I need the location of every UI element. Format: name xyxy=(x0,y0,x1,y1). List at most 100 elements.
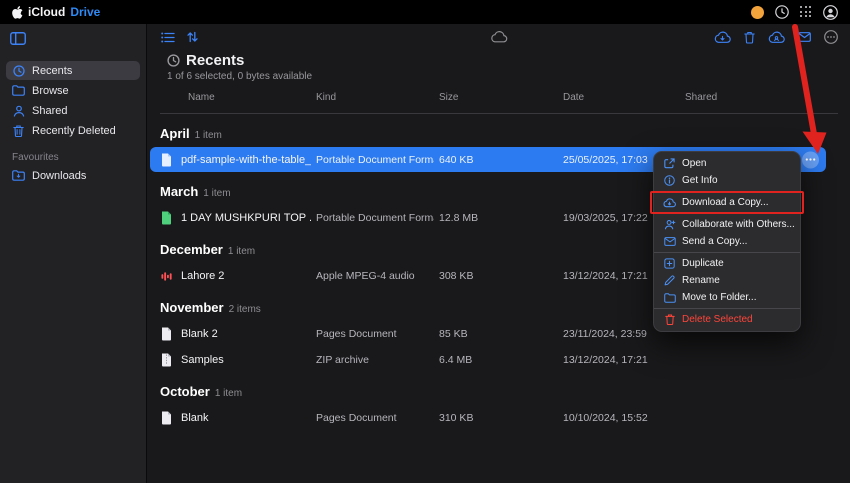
column-header-kind[interactable]: Kind xyxy=(316,92,336,103)
menu-item-move-to-folder[interactable]: Move to Folder... xyxy=(654,289,800,306)
brand-drive: Drive xyxy=(70,5,101,19)
toolbar-right xyxy=(714,30,838,44)
delete-icon xyxy=(663,314,676,325)
menu-item-label: Delete Selected xyxy=(682,314,753,325)
sidebar: Recents Browse Shared Recently Deleted F… xyxy=(0,24,147,483)
menu-item-send-a-copy[interactable]: Send a Copy... xyxy=(654,233,800,250)
sidebar-toggle-icon[interactable] xyxy=(10,32,26,45)
download-cloud-icon xyxy=(663,197,676,208)
file-row-samples[interactable]: Samples ZIP archive 6.4 MB 13/12/2024, 1… xyxy=(150,347,826,372)
brand-icloud: iCloud xyxy=(28,5,66,19)
month-header: April 1 item xyxy=(160,126,850,143)
file-row-blank[interactable]: Blank Pages Document 310 KB 10/10/2024, … xyxy=(150,405,826,430)
file-date: 10/10/2024, 15:52 xyxy=(563,411,648,424)
item-count: 1 item xyxy=(194,130,222,141)
sidebar-item-label: Downloads xyxy=(32,169,87,182)
file-size: 310 KB xyxy=(439,411,474,424)
file-size: 640 KB xyxy=(439,153,474,166)
sort-icon[interactable] xyxy=(187,31,198,43)
menu-item-rename[interactable]: Rename xyxy=(654,272,800,289)
folder-icon xyxy=(12,85,25,96)
menu-item-get-info[interactable]: Get Info xyxy=(654,172,800,189)
sidebar-item-downloads[interactable]: Downloads xyxy=(6,166,140,185)
file-name: 1 DAY MUSHKPURI TOP ... xyxy=(181,211,311,224)
mail-icon[interactable] xyxy=(798,32,811,42)
apple-logo-icon xyxy=(12,5,23,19)
duplicate-icon xyxy=(663,258,676,269)
rename-icon xyxy=(663,275,676,286)
clock-icon xyxy=(12,64,25,77)
row-more-button[interactable] xyxy=(802,151,819,168)
pages-document-icon xyxy=(161,327,172,340)
menu-item-label: Duplicate xyxy=(682,258,724,269)
sidebar-item-label: Shared xyxy=(32,104,68,117)
page-title: Recents xyxy=(186,52,245,69)
file-date: 13/12/2024, 17:21 xyxy=(563,353,648,366)
trash-icon[interactable] xyxy=(744,31,755,44)
recents-clock-icon xyxy=(167,54,180,67)
more-actions-icon[interactable] xyxy=(824,30,838,44)
topbar-actions xyxy=(751,4,838,20)
menu-item-open[interactable]: Open xyxy=(654,155,800,172)
menu-item-label: Move to Folder... xyxy=(682,292,757,303)
pages-document-icon xyxy=(161,411,172,424)
column-header-shared[interactable]: Shared xyxy=(685,92,717,103)
share-cloud-icon[interactable] xyxy=(768,31,785,44)
menu-item-label: Download a Copy... xyxy=(682,197,769,208)
file-name: Blank 2 xyxy=(181,327,218,340)
sidebar-item-label: Recently Deleted xyxy=(32,124,116,137)
file-kind: Pages Document xyxy=(316,327,397,340)
column-header-date[interactable]: Date xyxy=(563,92,584,103)
item-count: 1 item xyxy=(227,246,256,257)
month-label: November xyxy=(160,300,224,315)
file-size: 6.4 MB xyxy=(439,353,473,366)
menu-item-delete-selected[interactable]: Delete Selected xyxy=(654,311,800,328)
document-green-icon xyxy=(161,211,172,224)
menu-separator xyxy=(654,308,800,309)
menu-item-collaborate[interactable]: Collaborate with Others... xyxy=(654,216,800,233)
icloud-drive-window: iCloud Drive Recents Browse Shared Recen… xyxy=(0,0,850,483)
info-icon xyxy=(663,175,676,186)
column-header-size[interactable]: Size xyxy=(439,92,458,103)
file-size: 12.8 MB xyxy=(439,211,479,224)
menu-item-duplicate[interactable]: Duplicate xyxy=(654,255,800,272)
sidebar-item-recently-deleted[interactable]: Recently Deleted xyxy=(6,121,140,140)
zip-archive-icon xyxy=(161,353,172,366)
person-icon xyxy=(12,105,25,117)
file-size: 308 KB xyxy=(439,269,474,282)
menu-item-label: Open xyxy=(682,158,707,169)
toolbar xyxy=(147,24,850,50)
sync-status-cloud-icon xyxy=(490,31,507,43)
month-label: March xyxy=(160,184,199,199)
table-header: Name Kind Size Date Shared xyxy=(150,92,826,108)
sidebar-item-browse[interactable]: Browse xyxy=(6,81,140,100)
file-date: 23/11/2024, 23:59 xyxy=(563,327,647,340)
toolbar-left xyxy=(161,31,198,43)
sidebar-item-label: Recents xyxy=(32,64,73,77)
list-view-icon[interactable] xyxy=(161,32,175,43)
file-name: Blank xyxy=(181,411,209,424)
file-kind: Apple MPEG-4 audio xyxy=(316,269,415,282)
topbar: iCloud Drive xyxy=(0,0,850,24)
menu-separator xyxy=(654,252,800,253)
avatar-badge[interactable] xyxy=(751,5,764,19)
item-count: 1 item xyxy=(214,388,243,399)
sidebar-item-label: Browse xyxy=(32,84,69,97)
title-row: Recents xyxy=(167,52,850,69)
pdf-document-icon xyxy=(161,153,172,166)
menu-separator xyxy=(654,213,800,214)
app-grid-icon[interactable] xyxy=(800,6,812,18)
history-icon[interactable] xyxy=(775,5,789,19)
column-header-name[interactable]: Name xyxy=(188,92,215,103)
month-header: October 1 item xyxy=(160,384,850,401)
download-cloud-icon[interactable] xyxy=(714,31,731,44)
file-kind: Portable Document Forma... xyxy=(316,153,434,166)
favourites-label: Favourites xyxy=(12,152,59,163)
audio-waveform-icon xyxy=(161,270,173,282)
sidebar-item-recents[interactable]: Recents xyxy=(6,61,140,80)
move-folder-icon xyxy=(663,292,676,303)
file-name: pdf-sample-with-the-table_p... xyxy=(181,153,311,166)
menu-item-download-a-copy[interactable]: Download a Copy... xyxy=(650,191,804,214)
sidebar-item-shared[interactable]: Shared xyxy=(6,101,140,120)
account-icon[interactable] xyxy=(823,4,838,20)
